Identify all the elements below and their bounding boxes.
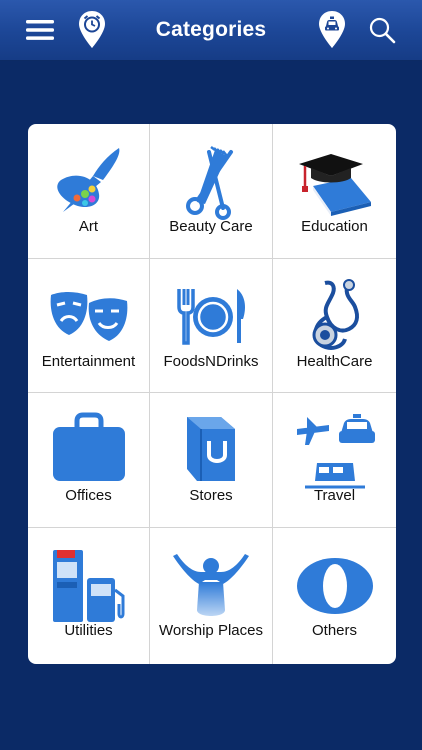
category-label: Education	[301, 218, 368, 235]
taxi-location-pin-icon	[319, 11, 345, 48]
category-worship-places[interactable]: Worship Places	[150, 528, 273, 664]
category-label: Offices	[65, 487, 112, 504]
search-button[interactable]	[362, 0, 402, 60]
raised-hands-person-icon	[171, 546, 251, 626]
category-label: Entertainment	[41, 353, 136, 370]
alarm-location-button[interactable]	[72, 0, 112, 60]
category-label: Art	[78, 218, 99, 235]
category-offices[interactable]: Offices	[28, 393, 150, 528]
category-art[interactable]: Art	[28, 124, 150, 259]
category-healthcare[interactable]: HealthCare	[273, 259, 396, 393]
categories-panel: Art Beauty Care Education Entertainment …	[28, 124, 396, 664]
category-label: Others	[311, 622, 357, 639]
scissors-comb-icon	[171, 142, 251, 222]
category-label: Utilities	[64, 622, 113, 639]
menu-button[interactable]	[20, 0, 60, 60]
category-travel[interactable]: Travel	[273, 393, 396, 528]
briefcase-icon	[49, 411, 129, 491]
category-label: Worship Places	[159, 622, 263, 639]
page-title: Categories	[155, 18, 267, 41]
category-label: Stores	[189, 487, 233, 504]
fork-plate-knife-icon	[171, 277, 251, 357]
circle-o-icon	[295, 546, 375, 626]
top-navigation-bar: Categories	[0, 0, 422, 61]
graduation-cap-book-icon	[295, 142, 375, 222]
atm-fuel-pump-icon	[49, 546, 129, 626]
categories-grid: Art Beauty Care Education Entertainment …	[28, 124, 396, 664]
shopping-bag-icon	[171, 411, 251, 491]
category-entertainment[interactable]: Entertainment	[28, 259, 150, 393]
category-others[interactable]: Others	[273, 528, 396, 664]
category-label: Travel	[313, 487, 356, 504]
category-label: FoodsNDrinks	[163, 353, 259, 370]
taxi-location-button[interactable]	[312, 0, 352, 60]
theater-masks-icon	[49, 277, 129, 357]
category-beauty-care[interactable]: Beauty Care	[150, 124, 273, 259]
search-icon	[369, 17, 396, 44]
category-foodsndrinks[interactable]: FoodsNDrinks	[150, 259, 273, 393]
paintbrush-palette-icon	[49, 142, 129, 222]
category-stores[interactable]: Stores	[150, 393, 273, 528]
alarm-location-pin-icon	[79, 11, 105, 48]
stethoscope-icon	[295, 277, 375, 357]
plane-taxi-train-icon	[295, 411, 375, 491]
category-label: Beauty Care	[169, 218, 253, 235]
category-label: HealthCare	[296, 353, 373, 370]
category-education[interactable]: Education	[273, 124, 396, 259]
category-utilities[interactable]: Utilities	[28, 528, 150, 664]
hamburger-menu-icon	[26, 20, 54, 40]
